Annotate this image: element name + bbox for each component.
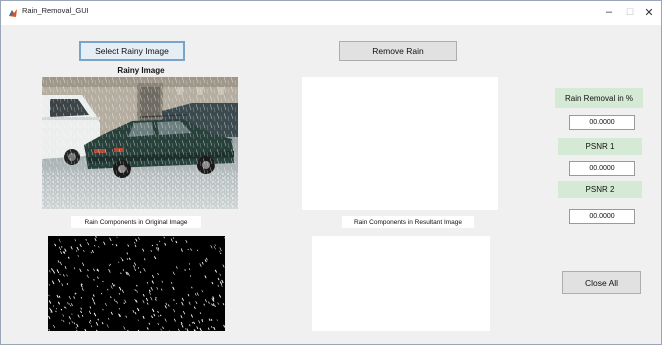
psnr1-field: 00.0000 — [569, 161, 635, 176]
psnr2-field: 00.0000 — [569, 209, 635, 224]
select-rainy-image-button[interactable]: Select Rainy Image — [79, 41, 185, 61]
psnr2-label: PSNR 2 — [558, 181, 642, 198]
rainy-image-label: Rainy Image — [117, 66, 165, 75]
close-window-button[interactable]: ✕ — [637, 3, 661, 21]
remove-rain-button[interactable]: Remove Rain — [339, 41, 457, 61]
rainy-car-image — [42, 77, 238, 209]
app-window: Rain_Removal_GUI – ☐ ✕ Select Rainy Imag… — [0, 0, 662, 345]
title-bar: Rain_Removal_GUI – ☐ ✕ — [1, 1, 661, 25]
close-all-button[interactable]: Close All — [562, 271, 641, 294]
rain-removal-field: 00.0000 — [569, 115, 635, 130]
rainy-image-display — [42, 77, 238, 209]
rain-mask-image — [48, 236, 225, 331]
psnr1-label: PSNR 1 — [558, 138, 642, 155]
resultant-image-display — [302, 77, 498, 210]
rain-components-original-label: Rain Components in Original Image — [71, 216, 201, 228]
rain-components-resultant-display — [312, 236, 490, 331]
matlab-icon — [9, 9, 17, 17]
rain-components-resultant-label: Rain Components in Resultant Image — [342, 216, 474, 228]
rain-removal-label: Rain Removal in % — [555, 88, 643, 108]
gui-client-area: Select Rainy Image Remove Rain Rainy Ima… — [6, 25, 656, 341]
window-title: Rain_Removal_GUI — [22, 6, 89, 15]
rain-components-original-display — [48, 236, 225, 331]
